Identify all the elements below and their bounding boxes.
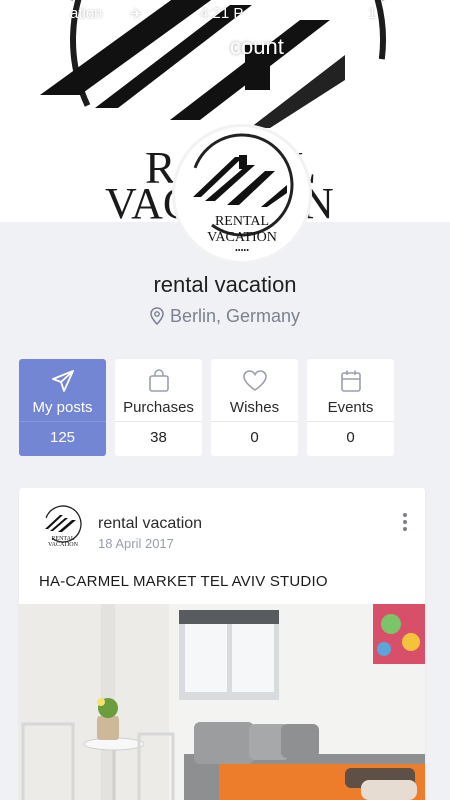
post-card[interactable]: RENTAL VACATION rental vacation 18 April… — [19, 488, 425, 800]
profile-location: Berlin, Germany — [0, 306, 450, 330]
more-options-icon[interactable] — [399, 513, 411, 535]
stat-my-posts[interactable]: My posts 125 — [19, 359, 106, 456]
post-author[interactable]: rental vacation — [98, 515, 202, 533]
profile-location-text: Berlin, Germany — [169, 306, 301, 326]
heart-icon — [242, 370, 267, 391]
stat-events[interactable]: Events 0 — [307, 359, 394, 456]
status-bar-left-text: ation — [70, 5, 103, 22]
page-title-fragment: count — [230, 34, 284, 59]
calendar-icon — [340, 370, 361, 392]
stat-label: Purchases — [123, 399, 194, 416]
logo-text-line1: RENTAL — [215, 214, 269, 229]
send-icon — [51, 370, 74, 392]
logo-dots: ••••• — [235, 246, 249, 255]
status-bar: ation ✈ 4:21 P 1 — [0, 0, 450, 26]
profile-stats: My posts 125 Purchases 38 Wishes 0 Event… — [19, 359, 395, 456]
post-author-avatar[interactable]: RENTAL VACATION — [39, 504, 87, 552]
profile-name: rental vacation — [153, 272, 297, 297]
profile-avatar[interactable]: RENTAL VACATION ••••• — [172, 124, 312, 264]
stat-count: 0 — [250, 429, 259, 446]
status-bar-battery: 1 — [368, 5, 377, 22]
status-bar-time: 4:21 P — [200, 5, 244, 22]
post-photo[interactable] — [19, 604, 425, 800]
stat-count: 0 — [346, 429, 355, 446]
signal-icon: ✈ — [130, 6, 143, 23]
location-pin-icon — [150, 307, 164, 330]
stat-label: Events — [327, 399, 374, 416]
logo-text-line2: VACATION — [207, 230, 277, 245]
post-title[interactable]: HA-CARMEL MARKET TEL AVIV STUDIO — [39, 573, 328, 590]
stat-purchases[interactable]: Purchases 38 — [115, 359, 202, 456]
stat-count: 38 — [150, 429, 167, 446]
stat-label: Wishes — [229, 399, 280, 416]
stat-label: My posts — [32, 399, 93, 416]
post-logo-text-line2: VACATION — [48, 542, 79, 548]
stat-wishes[interactable]: Wishes 0 — [211, 359, 298, 456]
rental-vacation-logo: RENTAL VACATION ••••• — [190, 133, 294, 255]
post-date: 18 April 2017 — [98, 536, 174, 551]
bag-icon — [148, 369, 169, 392]
stat-count: 125 — [49, 429, 76, 446]
